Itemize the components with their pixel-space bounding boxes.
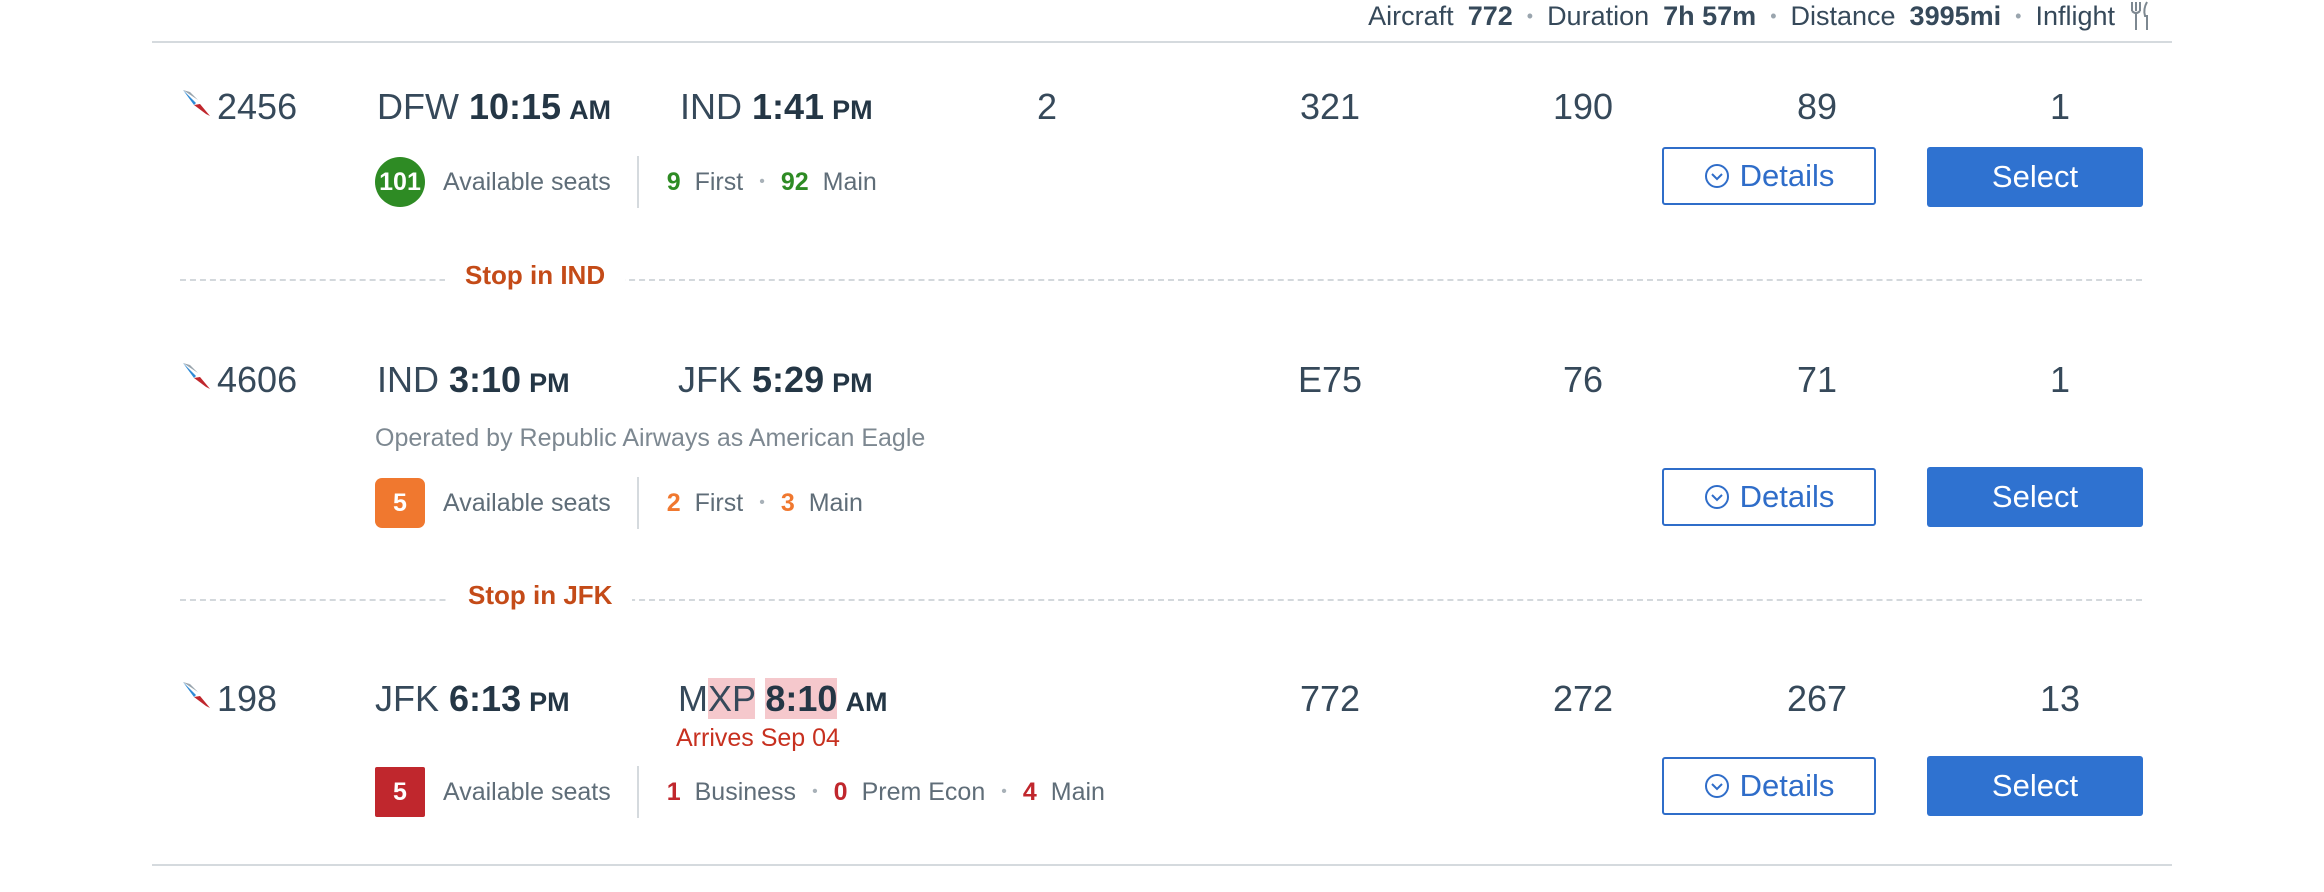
cabin-name: First [694, 488, 744, 517]
separator-dot: • [759, 494, 765, 511]
flight-segment-3: 198 JFK 6:13 PM MXP 8:10 AM 772 272 267 13… [0, 592, 2324, 892]
flight-number: 198 [217, 678, 278, 719]
departure-ampm: AM [569, 95, 612, 125]
cabin-count: 0 [833, 777, 848, 806]
details-button[interactable]: Details [1662, 147, 1876, 205]
column-value-3: 13 [2039, 678, 2081, 719]
seats-total-badge: 5 [375, 767, 425, 817]
details-button[interactable]: Details [1662, 757, 1876, 815]
arrival-city: JFK [678, 359, 743, 400]
select-button[interactable]: Select [1927, 756, 2143, 816]
arrival-ampm: PM [832, 368, 873, 398]
arrival-city: IND [680, 86, 742, 127]
separator-dot: • [812, 783, 818, 800]
cabin-count: 1 [666, 777, 681, 806]
cabin-count: 2 [666, 488, 681, 517]
departure-city: IND [377, 359, 439, 400]
arrival-ampm: AM [845, 687, 888, 717]
seats-label: Available seats [443, 777, 611, 806]
seats-label: Available seats [443, 488, 611, 517]
aircraft-code: 772 [1299, 678, 1361, 719]
chevron-circle-down-icon [1704, 774, 1729, 798]
cabin-name: Main [822, 167, 877, 196]
chevron-circle-down-icon [1704, 485, 1729, 509]
american-airlines-logo [183, 90, 210, 116]
arrival-time: 5:29 [752, 359, 825, 400]
details-button[interactable]: Details [1662, 468, 1876, 526]
divider [636, 156, 639, 208]
arrival-city-highlight: XP [708, 678, 756, 719]
arrival: MXP 8:10 AM [678, 678, 887, 720]
flight-number: 4606 [217, 359, 298, 400]
arrival: IND 1:41 PM [680, 86, 873, 128]
departure-city: DFW [377, 86, 459, 127]
column-value-3: 1 [2049, 359, 2071, 400]
available-seats: 101 Available seats 9 First • 92 Main [375, 156, 877, 208]
available-seats: 5 Available seats 1 Business • 0 Prem Ec… [375, 766, 1105, 818]
aircraft-code: 321 [1299, 86, 1361, 127]
details-label: Details [1739, 768, 1835, 803]
arrival-time: 1:41 [752, 86, 825, 127]
column-value-3: 1 [2049, 86, 2071, 127]
seats-total-badge: 101 [375, 157, 425, 207]
column-value-2: 267 [1786, 678, 1848, 719]
chevron-circle-down-icon [1704, 164, 1729, 188]
cabin-name: First [694, 167, 744, 196]
departure-ampm: PM [529, 687, 570, 717]
seats-label: Available seats [443, 167, 611, 196]
arrival-date-note: Arrives Sep 04 [676, 724, 840, 752]
divider [636, 477, 639, 529]
stops-count: 2 [1036, 86, 1058, 127]
flight-segment-2: 4606 IND 3:10 PM JFK 5:29 PM E75 76 71 1 O… [0, 273, 2324, 573]
select-button[interactable]: Select [1927, 147, 2143, 207]
column-value-1: 190 [1552, 86, 1614, 127]
cabin-name: Main [808, 488, 863, 517]
departure-time: 6:13 [449, 678, 522, 719]
column-value-2: 89 [1796, 86, 1838, 127]
select-button[interactable]: Select [1927, 467, 2143, 527]
separator-dot: • [759, 173, 765, 190]
available-seats: 5 Available seats 2 First • 3 Main [375, 477, 863, 529]
american-airlines-logo [183, 363, 210, 389]
flight-number: 2456 [217, 86, 298, 127]
aircraft-code: E75 [1297, 359, 1363, 400]
cabin-name: Prem Econ [861, 777, 986, 806]
departure: JFK 6:13 PM [375, 678, 570, 720]
seats-total-badge: 5 [375, 478, 425, 528]
column-value-1: 76 [1562, 359, 1604, 400]
departure-time: 3:10 [449, 359, 522, 400]
cabin-count: 92 [780, 167, 809, 196]
arrival-ampm: PM [832, 95, 873, 125]
details-label: Details [1739, 158, 1835, 193]
departure-time: 10:15 [468, 86, 562, 127]
flight-segment-1: 2456 DFW 10:15 AM IND 1:41 PM 2 321 190 89… [0, 0, 2324, 300]
departure: IND 3:10 PM [377, 359, 570, 401]
arrival-time: 8:10 [765, 678, 838, 719]
american-airlines-logo [183, 682, 210, 708]
bottom-divider [152, 864, 2172, 866]
cabin-count: 9 [666, 167, 681, 196]
column-value-2: 71 [1796, 359, 1838, 400]
cabin-count: 3 [780, 488, 795, 517]
arrival: JFK 5:29 PM [678, 359, 873, 401]
cabin-name: Business [694, 777, 797, 806]
cabin-name: Main [1050, 777, 1105, 806]
arrival-city-prefix: M [678, 678, 708, 719]
cabin-count: 4 [1022, 777, 1037, 806]
column-value-1: 272 [1552, 678, 1614, 719]
departure: DFW 10:15 AM [377, 86, 611, 128]
divider [636, 766, 639, 818]
departure-city: JFK [375, 678, 440, 719]
departure-ampm: PM [529, 368, 570, 398]
separator-dot: • [1001, 783, 1007, 800]
details-label: Details [1739, 479, 1835, 514]
operated-by-note: Operated by Republic Airways as American… [375, 424, 926, 452]
